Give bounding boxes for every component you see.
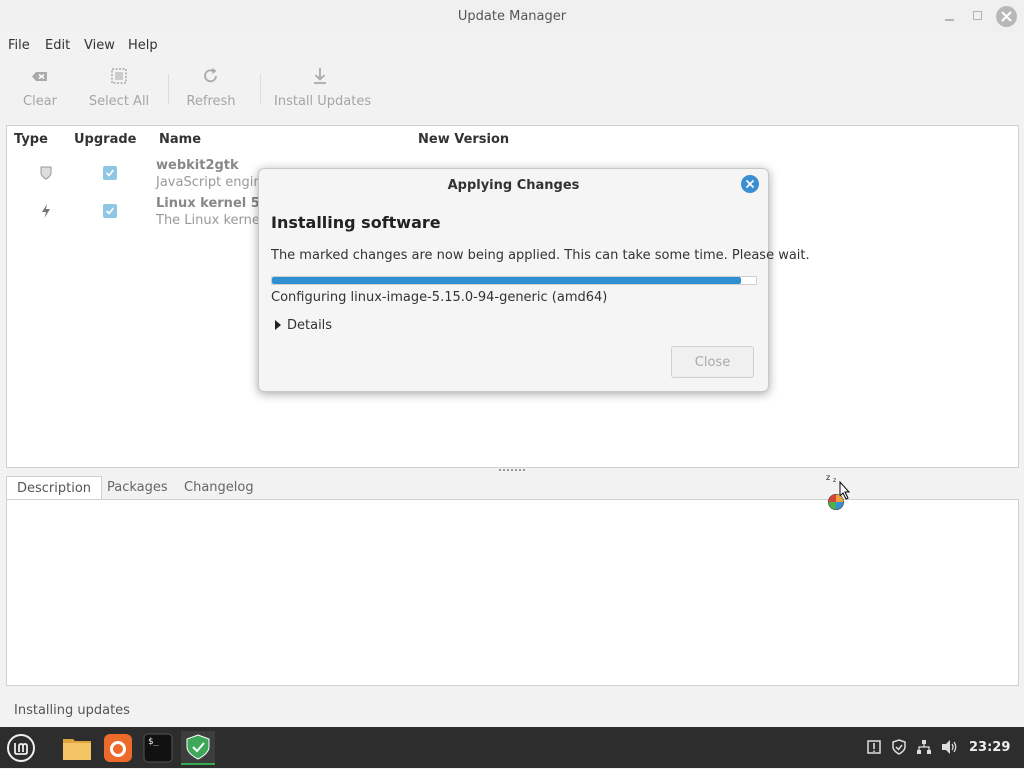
clock[interactable]: 23:29 [969, 740, 1010, 755]
volume-icon[interactable] [941, 739, 959, 755]
terminal-icon: $_ [143, 733, 173, 763]
close-icon [1001, 11, 1012, 22]
backspace-icon [32, 72, 47, 81]
upgrade-checkbox[interactable] [103, 166, 117, 180]
select-all-icon [111, 68, 127, 84]
expand-arrow-icon [275, 320, 281, 330]
progress-bar [271, 276, 757, 285]
tab-changelog[interactable]: Changelog [184, 476, 254, 500]
menu-edit[interactable]: Edit [45, 38, 70, 53]
svg-text:z: z [826, 473, 830, 482]
package-name: webkit2gtk [156, 158, 239, 173]
column-header-type[interactable]: Type [14, 132, 48, 147]
mint-menu-icon [7, 734, 35, 762]
window-close-button[interactable] [996, 6, 1017, 27]
notifications-icon[interactable] [866, 739, 882, 755]
shield-icon [40, 166, 52, 180]
network-icon[interactable] [916, 739, 932, 755]
toolbar-separator [260, 74, 261, 104]
download-icon [314, 68, 326, 84]
dialog-close-button[interactable] [741, 175, 759, 193]
files-icon [63, 739, 91, 760]
refresh-button[interactable]: Refresh [186, 66, 236, 109]
tab-description[interactable]: Description [6, 476, 103, 501]
select-all-button[interactable]: Select All [88, 66, 150, 109]
install-updates-button[interactable]: Install Updates [274, 66, 372, 109]
maximize-button[interactable] [968, 6, 988, 26]
svg-text:z: z [833, 477, 836, 484]
files-button[interactable] [60, 731, 94, 765]
pane-resize-handle[interactable] [499, 469, 525, 473]
details-expander[interactable]: Details [275, 318, 332, 333]
checkmark-icon [105, 207, 115, 215]
status-text: Installing updates [14, 703, 130, 718]
toolbar-separator [168, 74, 169, 104]
title-bar: Update Manager [0, 0, 1024, 32]
progress-fill [272, 277, 742, 284]
clear-button[interactable]: Clear [20, 66, 60, 109]
checkmark-icon [105, 169, 115, 177]
tab-packages[interactable]: Packages [107, 476, 168, 500]
select-all-label: Select All [88, 94, 150, 109]
busy-cursor-icon: z z [826, 473, 851, 510]
details-label: Details [287, 318, 333, 333]
toolbar: Clear Select All Refresh Install Updates [0, 62, 1024, 116]
column-header-upgrade[interactable]: Upgrade [74, 132, 136, 147]
package-description: The Linux kernel [156, 213, 264, 228]
terminal-button[interactable]: $_ [141, 731, 175, 765]
package-name: Linux kernel 5.1 [156, 196, 274, 211]
close-button[interactable]: Close [671, 346, 754, 378]
svg-text:$_: $_ [148, 737, 159, 747]
shield-tray-icon[interactable] [891, 739, 907, 755]
menu-help[interactable]: Help [128, 38, 158, 53]
minimize-button[interactable] [940, 6, 960, 26]
update-manager-icon [186, 734, 210, 760]
taskbar: $_ 23:29 [0, 727, 1024, 768]
firefox-button[interactable] [101, 731, 135, 765]
dialog-heading: Installing software [271, 213, 441, 232]
window-title: Update Manager [457, 9, 567, 24]
dialog-title: Applying Changes [447, 178, 580, 193]
lightning-icon [42, 204, 50, 218]
clear-label: Clear [23, 94, 57, 109]
menu-view[interactable]: View [84, 38, 115, 53]
dialog-message: The marked changes are now being applied… [271, 248, 810, 263]
update-manager-button[interactable] [181, 731, 215, 765]
firefox-icon [104, 734, 132, 762]
mint-menu-button[interactable] [4, 731, 38, 765]
install-updates-label: Install Updates [274, 94, 372, 109]
refresh-label: Refresh [186, 94, 236, 109]
upgrade-checkbox[interactable] [103, 204, 117, 218]
package-description: JavaScript engine [156, 175, 270, 190]
refresh-icon [204, 68, 217, 83]
description-pane [6, 499, 1019, 686]
dialog-status: Configuring linux-image-5.15.0-94-generi… [271, 290, 608, 305]
menu-file[interactable]: File [8, 38, 30, 53]
column-header-new-version[interactable]: New Version [418, 132, 509, 147]
column-header-name[interactable]: Name [159, 132, 201, 147]
close-icon [745, 179, 755, 189]
applying-changes-dialog: Applying Changes Installing software The… [258, 168, 810, 392]
